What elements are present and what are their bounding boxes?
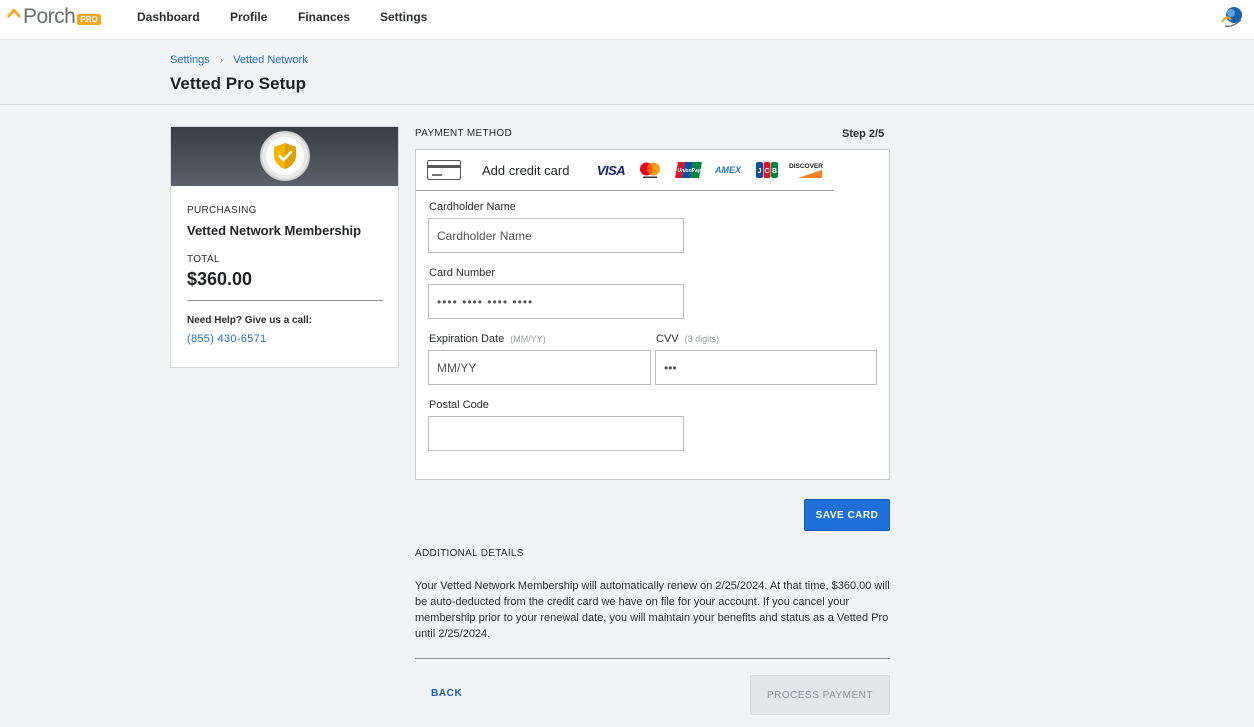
logo-pro-badge: PRO [77,14,101,25]
help-phone-link[interactable]: (855) 430-6571 [187,333,266,345]
card-number-input[interactable] [428,284,684,319]
purchasing-label: PURCHASING [187,205,257,216]
help-text: Need Help? Give us a call: [187,315,313,326]
breadcrumb: Settings › Vetted Network [170,54,308,66]
svg-text:J: J [758,168,762,175]
add-card-label: Add credit card [482,163,570,178]
cvv-label-text: CVV [656,333,679,345]
shield-check-icon [274,143,296,169]
cardholder-name-input[interactable] [428,218,684,253]
additional-details-label: ADDITIONAL DETAILS [415,548,524,559]
breadcrumb-vetted-network[interactable]: Vetted Network [233,54,308,66]
unionpay-icon: UnionPay [675,160,703,180]
product-name: Vetted Network Membership [187,223,362,238]
expiration-date-label: Expiration Date (MM/YY) [429,333,546,345]
svg-text:UnionPay: UnionPay [677,168,700,174]
postal-code-input[interactable] [428,416,684,451]
total-amount: $360.00 [187,269,253,289]
mastercard-icon [637,160,663,180]
nav-finances[interactable]: Finances [298,10,350,24]
purchase-summary-card: PURCHASING Vetted Network Membership TOT… [170,126,399,368]
nav-settings[interactable]: Settings [380,10,427,24]
jcb-icon: J C B [756,160,778,180]
cvv-label: CVV (3 digits) [656,333,719,345]
porch-pro-logo[interactable]: Porch PRO [7,6,101,28]
discover-icon: DISCOVER [789,160,823,180]
cvv-input[interactable] [655,350,877,385]
page-title: Vetted Pro Setup [170,74,307,93]
svg-text:B: B [772,168,777,175]
breadcrumb-separator-icon: › [219,54,224,66]
nav-dashboard[interactable]: Dashboard [137,10,200,24]
credit-card-icon [427,160,461,180]
summary-divider [187,300,383,301]
expiration-date-label-text: Expiration Date [429,333,505,345]
save-card-button[interactable]: SAVE CARD [804,499,890,531]
svg-text:C: C [764,168,769,175]
page-header: Settings › Vetted Network Vetted Pro Set… [0,41,1254,105]
logo-text: Porch [23,5,76,28]
expiration-date-hint: (MM/YY) [510,334,546,344]
card-number-label: Card Number [429,267,496,279]
vetted-badge [260,131,310,181]
payment-form: Add credit card VISA UnionPay AMEX J C B… [415,149,890,480]
breadcrumb-settings[interactable]: Settings [170,54,210,66]
process-payment-button[interactable]: PROCESS PAYMENT [750,675,890,715]
summary-hero [171,127,398,186]
renewal-details-text: Your Vetted Network Membership will auto… [415,580,890,640]
amex-icon: AMEX [714,165,741,175]
payment-method-label: PAYMENT METHOD [415,128,512,139]
total-label: TOTAL [187,254,220,265]
top-nav: Porch PRO Dashboard Profile Finances Set… [0,0,1254,40]
visa-icon: VISA [596,162,626,178]
back-button[interactable]: BACK [431,688,462,699]
nav-profile[interactable]: Profile [230,10,267,24]
cardholder-name-label: Cardholder Name [429,201,516,213]
cvv-hint: (3 digits) [684,334,720,344]
footer-divider [415,658,890,659]
step-indicator: Step 2/5 [842,128,885,140]
postal-code-label: Postal Code [429,399,489,411]
add-credit-card-tab[interactable]: Add credit card VISA UnionPay AMEX J C B… [416,150,834,191]
porch-roof-icon [7,8,21,22]
expiration-date-input[interactable] [428,350,651,385]
user-avatar[interactable] [1219,4,1245,30]
